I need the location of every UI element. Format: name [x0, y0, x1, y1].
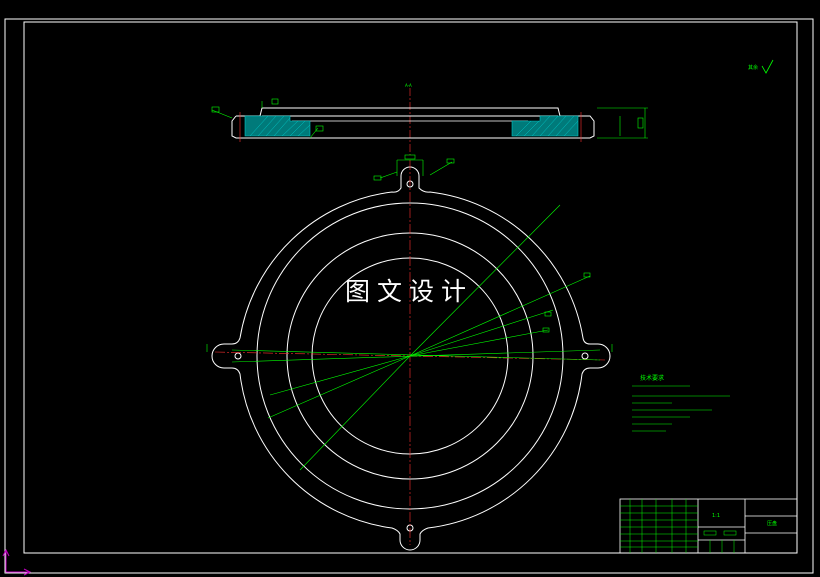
ucs-icon: [2, 548, 32, 576]
roughness-symbol: [761, 59, 774, 74]
tech-notes: [632, 385, 730, 432]
roughness-note: 其余: [748, 65, 759, 71]
watermark-text: 图文设计: [345, 277, 474, 306]
centerline-label: A-A: [405, 83, 412, 88]
title-block-part-name: 压盘: [767, 521, 778, 527]
tech-notes-title: 技术要求: [640, 375, 665, 382]
title-block-grid: [620, 499, 737, 553]
bolt-hole-right: [581, 352, 589, 360]
plan-view: [206, 154, 613, 551]
title-block-drawing-no: 1:1: [712, 513, 721, 519]
bolt-hole-left: [234, 352, 242, 360]
right-hatch: [511, 115, 579, 137]
section-view: [211, 88, 648, 155]
